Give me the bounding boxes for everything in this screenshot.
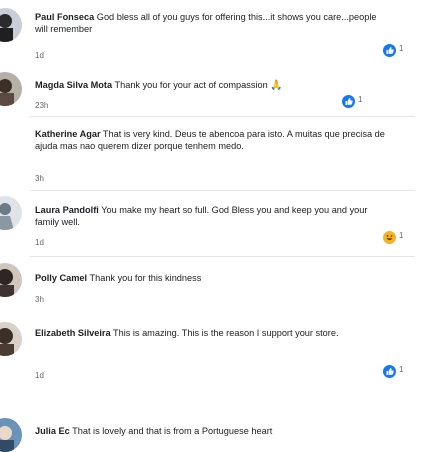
like-reaction-icon[interactable] — [382, 364, 397, 379]
comment-text: This is amazing. This is the reason I su… — [112, 328, 339, 338]
like-reaction-icon[interactable] — [341, 94, 356, 109]
comment-text: Thank you for this kindness — [89, 273, 202, 283]
comment-author[interactable]: Katherine Agar — [35, 129, 101, 139]
comment-author[interactable]: Magda Silva Mota — [35, 80, 112, 90]
comment-body: Polly Camel Thank you for this kindness — [35, 272, 390, 284]
haha-reaction-icon[interactable] — [382, 230, 397, 245]
avatar[interactable] — [0, 418, 22, 452]
comment-body: Katherine Agar That is very kind. Deus t… — [35, 128, 390, 152]
avatar[interactable] — [0, 72, 22, 106]
comment-author[interactable]: Julia Ec — [35, 426, 70, 436]
comment-body: Magda Silva Mota Thank you for your act … — [35, 79, 390, 92]
comment-author[interactable]: Polly Camel — [35, 273, 87, 283]
reaction-count[interactable]: 1 — [399, 231, 403, 240]
avatar[interactable] — [0, 8, 22, 42]
reaction-count[interactable]: 1 — [399, 365, 403, 374]
divider — [30, 190, 415, 191]
avatar[interactable] — [0, 322, 22, 356]
comment-body: Julia Ec That is lovely and that is from… — [35, 425, 390, 437]
comment-text: Thank you for your act of compassion — [114, 80, 268, 90]
divider — [30, 116, 415, 117]
comment-time[interactable]: 3h — [35, 295, 44, 304]
comment-time[interactable]: 1d — [35, 371, 44, 380]
comment-author[interactable]: Elizabeth Silveira — [35, 328, 111, 338]
comment-author[interactable]: Paul Fonseca — [35, 12, 94, 22]
comment-text: That is lovely and that is from a Portug… — [72, 426, 273, 436]
avatar[interactable] — [0, 263, 22, 297]
reaction-count[interactable]: 1 — [399, 44, 403, 53]
comment-time[interactable]: 1d — [35, 238, 44, 247]
comment-time[interactable]: 1d — [35, 51, 44, 60]
comment-body: Laura Pandolfi You make my heart so full… — [35, 204, 390, 228]
divider — [30, 256, 415, 257]
comment-body: Paul Fonseca God bless all of you guys f… — [35, 11, 390, 35]
comment-author[interactable]: Laura Pandolfi — [35, 205, 99, 215]
like-reaction-icon[interactable] — [382, 43, 397, 58]
praying-hands-icon: 🙏 — [270, 80, 283, 91]
comment-time[interactable]: 3h — [35, 174, 44, 183]
avatar[interactable] — [0, 196, 22, 230]
reaction-count[interactable]: 1 — [358, 95, 362, 104]
comment-body: Elizabeth Silveira This is amazing. This… — [35, 327, 390, 339]
comment-time[interactable]: 23h — [35, 101, 48, 110]
